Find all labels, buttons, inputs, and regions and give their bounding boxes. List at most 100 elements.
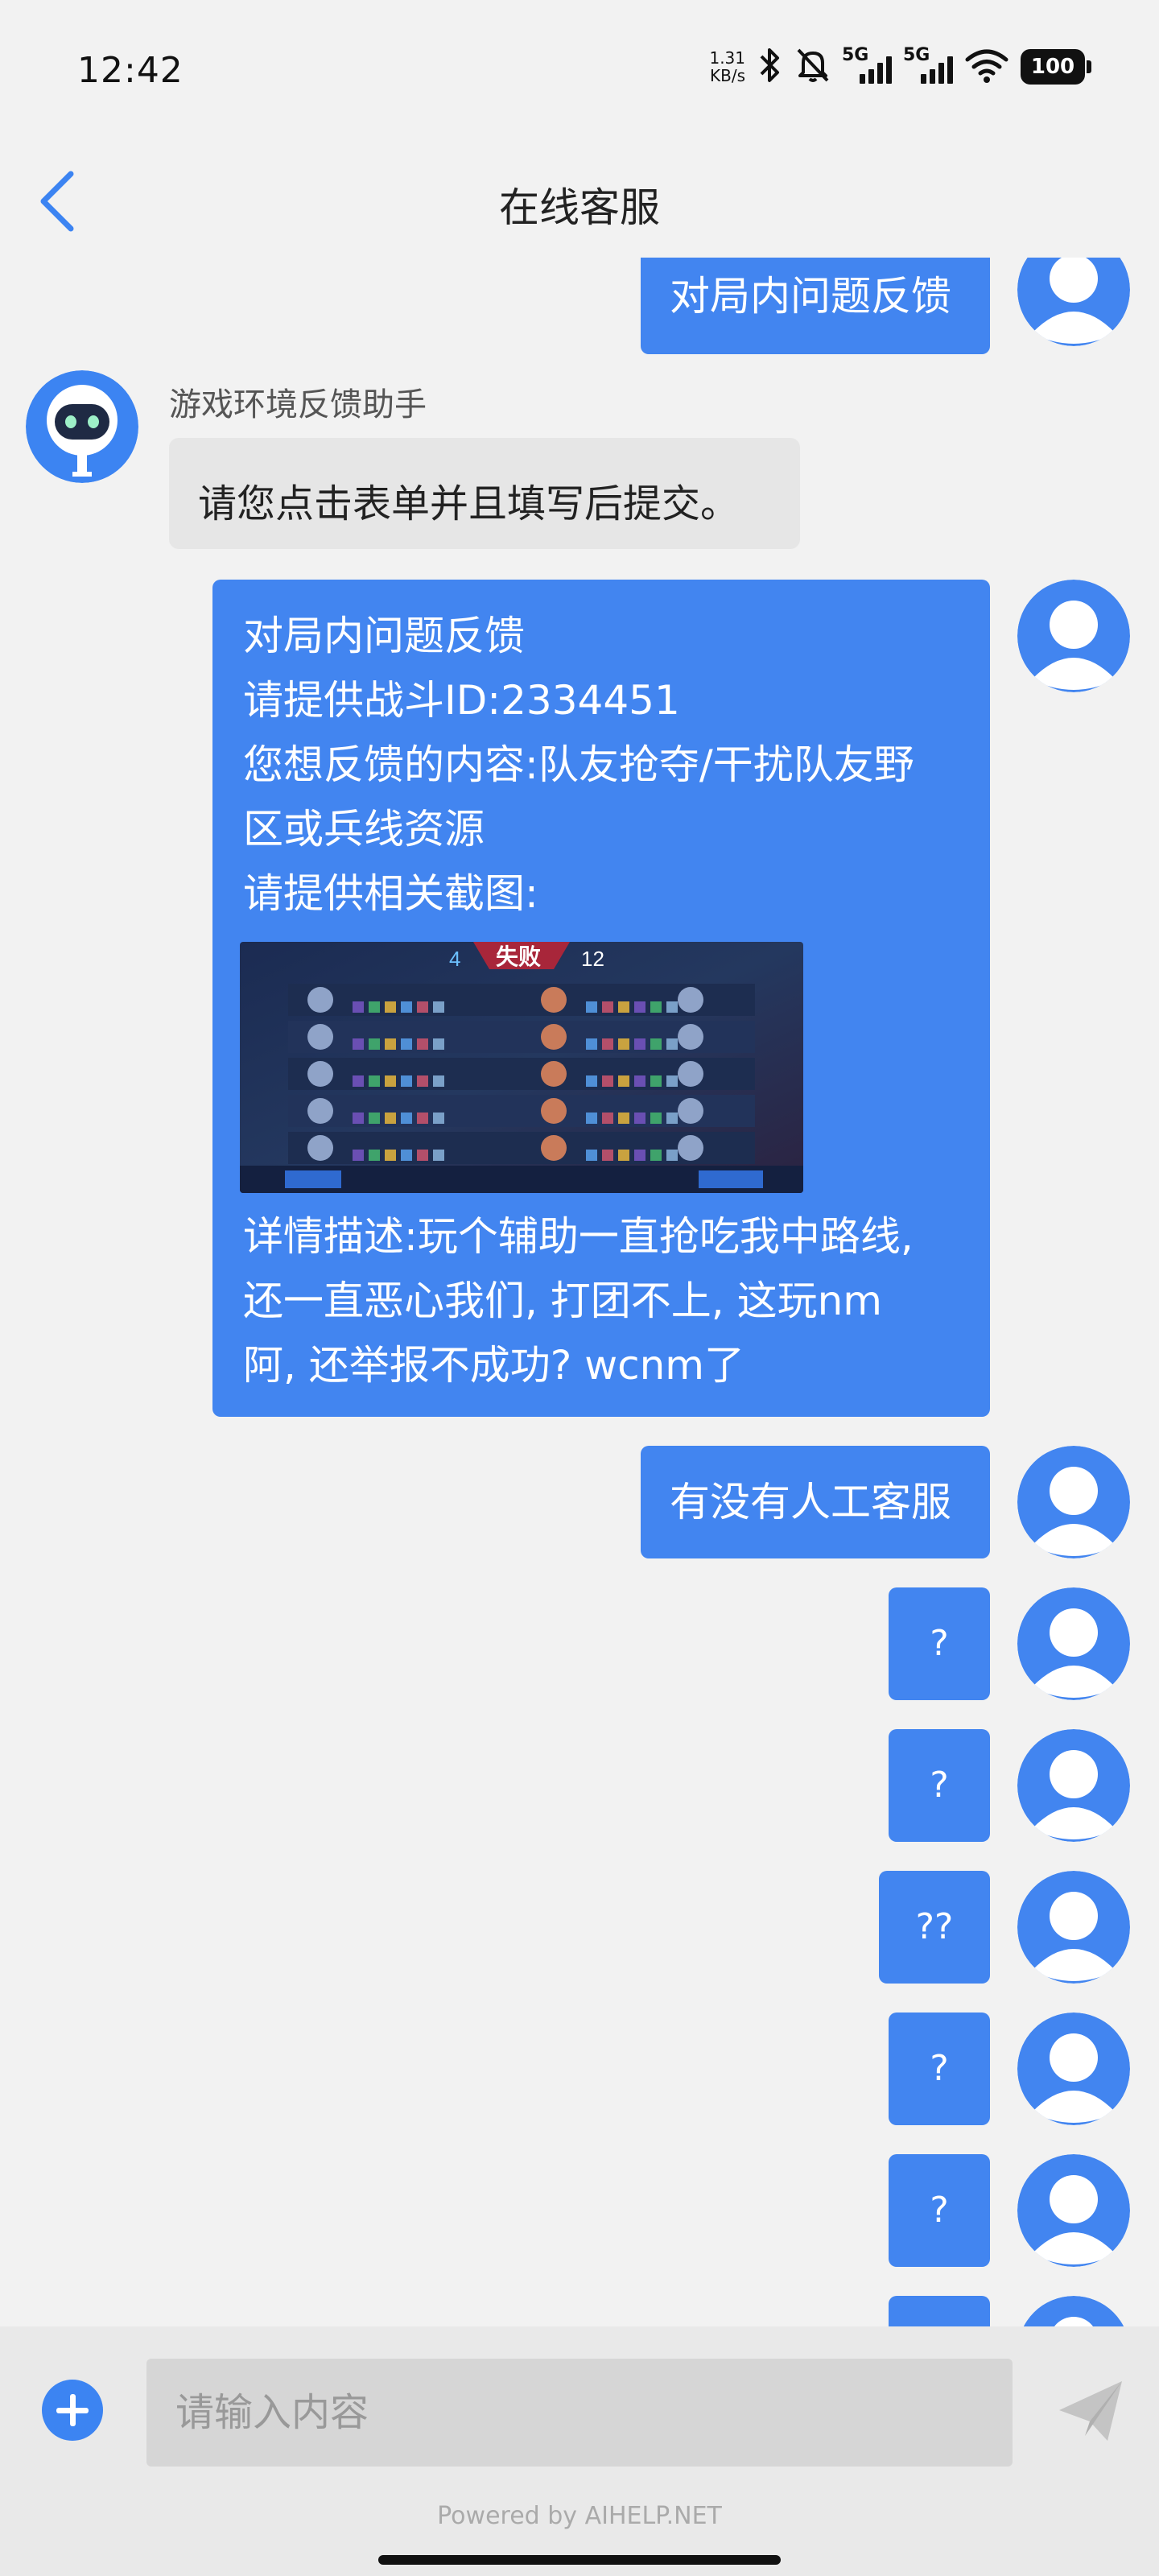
hero-portrait bbox=[678, 1061, 703, 1087]
item-icon bbox=[417, 1001, 428, 1013]
user-avatar bbox=[1017, 2296, 1130, 2326]
form-line: 阿, 还举报不成功? wcnm了 bbox=[243, 1342, 744, 1389]
item-icon bbox=[602, 1113, 613, 1124]
item-icon bbox=[369, 1075, 380, 1087]
network-speed: 1.31 KB/s bbox=[709, 48, 745, 85]
item-icon bbox=[618, 1150, 629, 1161]
item-icon bbox=[385, 1113, 396, 1124]
message-bubble-outgoing[interactable]: ? bbox=[889, 1729, 990, 1842]
user-avatar bbox=[1017, 580, 1130, 692]
item-icon bbox=[666, 1038, 678, 1050]
page-title: 在线客服 bbox=[499, 184, 660, 231]
message-input[interactable] bbox=[146, 2359, 1013, 2467]
item-icon bbox=[634, 1075, 645, 1087]
item-icon bbox=[666, 1150, 678, 1161]
item-icon bbox=[401, 1001, 412, 1013]
item-icon bbox=[353, 1001, 364, 1013]
hero-portrait bbox=[307, 1024, 333, 1050]
hero-portrait bbox=[678, 1098, 703, 1124]
form-line: 详情描述:玩个辅助一直抢吃我中路线, bbox=[243, 1213, 914, 1260]
bell-muted-icon bbox=[795, 47, 831, 87]
item-icon bbox=[618, 1075, 629, 1087]
hero-portrait bbox=[541, 1135, 567, 1161]
status-bar: 12:42 1.31 KB/s 5G 5G 100 bbox=[0, 0, 1159, 145]
item-icon bbox=[353, 1038, 364, 1050]
chat-messages[interactable]: 对局内问题反馈 游戏环境反馈助手 请您点击表单并且填写后提交。 对局内问题反馈 … bbox=[0, 258, 1159, 2326]
item-icon bbox=[666, 1001, 678, 1013]
add-attachment-button[interactable] bbox=[42, 2380, 103, 2441]
hero-portrait bbox=[307, 987, 333, 1013]
hero-portrait bbox=[307, 1135, 333, 1161]
bot-name: 游戏环境反馈助手 bbox=[169, 386, 427, 423]
message-bubble-outgoing[interactable]: 有没有人工客服 bbox=[641, 1446, 990, 1558]
item-icon bbox=[634, 1150, 645, 1161]
signal-sim2-icon: 5G bbox=[903, 45, 953, 85]
form-message-bubble[interactable]: 对局内问题反馈 请提供战斗ID:2334451 您想反馈的内容:队友抢夺/干扰队… bbox=[212, 580, 990, 1417]
item-icon bbox=[369, 1113, 380, 1124]
form-line: 对局内问题反馈 bbox=[243, 613, 525, 659]
user-avatar bbox=[1017, 2154, 1130, 2267]
battery-icon: 100 bbox=[1021, 49, 1091, 85]
item-icon bbox=[417, 1113, 428, 1124]
message-bubble-outgoing[interactable] bbox=[889, 2296, 990, 2326]
user-avatar bbox=[1017, 1871, 1130, 1984]
item-icon bbox=[369, 1001, 380, 1013]
item-icon bbox=[650, 1075, 662, 1087]
item-icon bbox=[417, 1075, 428, 1087]
form-line: 请提供相关截图: bbox=[243, 870, 538, 917]
item-icon bbox=[433, 1001, 444, 1013]
item-icon bbox=[369, 1150, 380, 1161]
message-bubble-outgoing[interactable]: ?? bbox=[879, 1871, 990, 1984]
hero-portrait bbox=[678, 987, 703, 1013]
item-icon bbox=[433, 1113, 444, 1124]
message-bubble-outgoing[interactable]: ? bbox=[889, 1587, 990, 1700]
message-bubble-outgoing[interactable]: 对局内问题反馈 bbox=[641, 258, 990, 354]
bot-avatar bbox=[26, 370, 138, 483]
hero-portrait bbox=[541, 1061, 567, 1087]
item-icon bbox=[602, 1001, 613, 1013]
item-icon bbox=[586, 1038, 597, 1050]
home-indicator[interactable] bbox=[378, 2555, 781, 2565]
item-icon bbox=[634, 1113, 645, 1124]
item-icon bbox=[666, 1075, 678, 1087]
item-icon bbox=[385, 1001, 396, 1013]
item-icon bbox=[401, 1113, 412, 1124]
item-icon bbox=[353, 1150, 364, 1161]
message-bubble-incoming[interactable]: 请您点击表单并且填写后提交。 bbox=[169, 438, 800, 549]
item-icon bbox=[634, 1001, 645, 1013]
status-icons: 1.31 KB/s 5G 5G 100 bbox=[709, 45, 1091, 87]
result-label: 失败 bbox=[496, 943, 541, 970]
user-avatar bbox=[1017, 1587, 1130, 1700]
message-bubble-outgoing[interactable]: ? bbox=[889, 2013, 990, 2125]
item-icon bbox=[634, 1038, 645, 1050]
hero-portrait bbox=[307, 1098, 333, 1124]
item-icon bbox=[650, 1001, 662, 1013]
item-icon bbox=[433, 1150, 444, 1161]
signal-sim1-icon: 5G bbox=[842, 45, 892, 85]
hero-portrait bbox=[307, 1061, 333, 1087]
item-icon bbox=[385, 1038, 396, 1050]
item-icon bbox=[586, 1075, 597, 1087]
item-icon bbox=[618, 1001, 629, 1013]
item-icon bbox=[650, 1113, 662, 1124]
user-avatar bbox=[1017, 1446, 1130, 1558]
match-screenshot-image[interactable]: 4 失败 12 bbox=[240, 942, 803, 1193]
item-icon bbox=[666, 1113, 678, 1124]
item-icon bbox=[369, 1038, 380, 1050]
hero-portrait bbox=[541, 1024, 567, 1050]
bluetooth-icon bbox=[757, 47, 784, 87]
paper-plane-icon bbox=[1059, 2381, 1122, 2441]
message-bubble-outgoing[interactable]: ? bbox=[889, 2154, 990, 2267]
wifi-icon bbox=[964, 47, 1009, 87]
clock: 12:42 bbox=[77, 50, 184, 91]
item-icon bbox=[602, 1075, 613, 1087]
item-icon bbox=[618, 1113, 629, 1124]
item-icon bbox=[602, 1038, 613, 1050]
item-icon bbox=[618, 1038, 629, 1050]
user-avatar bbox=[1017, 2013, 1130, 2125]
item-icon bbox=[401, 1075, 412, 1087]
send-button[interactable] bbox=[1054, 2375, 1127, 2447]
score-right: 12 bbox=[581, 947, 604, 971]
form-line: 还一直恶心我们, 打团不上, 这玩nm bbox=[243, 1278, 882, 1324]
item-icon bbox=[650, 1038, 662, 1050]
